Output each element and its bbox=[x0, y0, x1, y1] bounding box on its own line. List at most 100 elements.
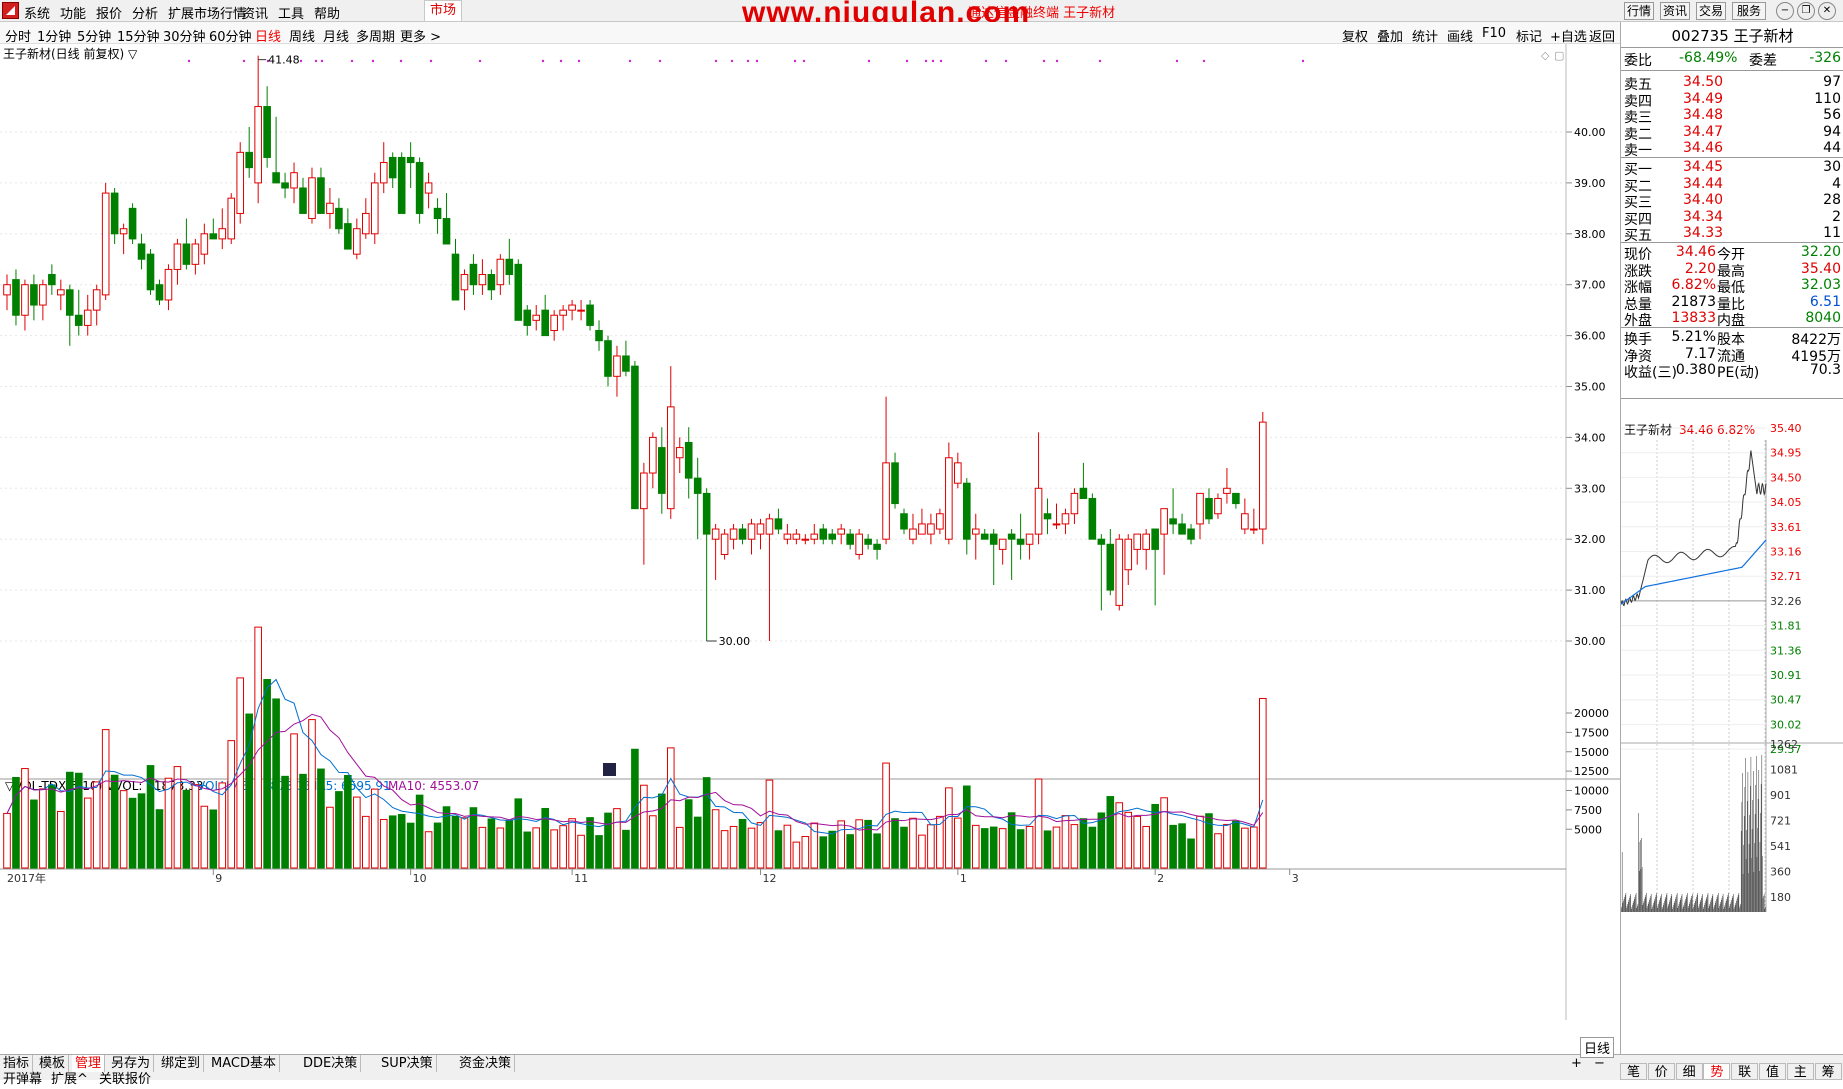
candle-up bbox=[783, 533, 792, 540]
menu-system[interactable]: 系统 bbox=[24, 3, 50, 22]
bottom-tab2-0[interactable]: 开弹幕 bbox=[0, 1072, 45, 1089]
mini-price-tick: 30.47 bbox=[1770, 694, 1802, 707]
finance-marker-icon[interactable] bbox=[603, 763, 616, 776]
candle-up bbox=[936, 513, 944, 530]
candle-down bbox=[622, 355, 630, 372]
menu-tools[interactable]: 工具 bbox=[278, 3, 304, 22]
right-tab-6[interactable]: 主 bbox=[1786, 1063, 1814, 1080]
bottom-tab-2[interactable]: 管理 bbox=[72, 1055, 106, 1072]
intraday-mini-chart[interactable]: 王子新材 34.46 6.82% 35.40 34.95 34.50 34.05 33.… bbox=[1621, 422, 1843, 1054]
top-button-service[interactable]: 服务 bbox=[1732, 2, 1766, 20]
right-tab-0[interactable]: 笔 bbox=[1620, 1063, 1647, 1080]
period-30min[interactable]: 30分钟 bbox=[163, 26, 206, 45]
volume-bar-up bbox=[756, 822, 765, 869]
bottom-tab-1[interactable]: 模板 bbox=[36, 1055, 70, 1072]
candle-down bbox=[989, 533, 998, 545]
top-button-quote[interactable]: 行情 bbox=[1624, 2, 1654, 20]
bottom-tab-0[interactable]: 指标 bbox=[0, 1055, 34, 1072]
volume-bar-up bbox=[1160, 797, 1168, 869]
volume-bar-up bbox=[92, 781, 101, 869]
right-tab-5[interactable]: 值 bbox=[1759, 1063, 1786, 1080]
tool-add-favorite[interactable]: +自选 bbox=[1550, 26, 1587, 45]
tool-overlay[interactable]: 叠加 bbox=[1377, 26, 1403, 45]
period-monthly[interactable]: 月线 bbox=[323, 26, 349, 45]
volume-bar-up bbox=[577, 834, 585, 869]
volume-bar-down bbox=[12, 776, 20, 869]
volume-bar-down bbox=[1205, 813, 1213, 869]
app-logo-icon[interactable] bbox=[2, 2, 19, 19]
candle-down bbox=[1088, 497, 1097, 540]
menu-help[interactable]: 帮助 bbox=[314, 3, 340, 22]
period-more[interactable]: 更多 > bbox=[400, 26, 441, 45]
menu-function[interactable]: 功能 bbox=[60, 3, 86, 22]
restore-icon[interactable]: ❐ bbox=[1797, 2, 1815, 20]
orderbook-separator bbox=[1621, 242, 1843, 243]
top-button-trade[interactable]: 交易 bbox=[1696, 2, 1726, 20]
tool-mark[interactable]: 标记 bbox=[1516, 26, 1542, 45]
kline-chart[interactable]: 王子新材(日线 前复权) ▽ 40.00 39.00 38.00 37.00 36.00… bbox=[0, 44, 1620, 1054]
period-5min[interactable]: 5分钟 bbox=[77, 26, 111, 45]
right-tab-3[interactable]: 势 bbox=[1703, 1063, 1731, 1080]
volume-bar-up bbox=[353, 796, 361, 869]
candle-up bbox=[57, 289, 65, 296]
top-button-news[interactable]: 资讯 bbox=[1660, 2, 1690, 20]
volume-bar-up bbox=[119, 790, 128, 869]
tool-stats[interactable]: 统计 bbox=[1412, 26, 1438, 45]
market-button[interactable]: 市场 bbox=[424, 0, 462, 22]
period-daily[interactable]: 日线 bbox=[255, 26, 281, 45]
zoom-out-button[interactable]: − bbox=[1594, 1056, 1605, 1071]
menu-news[interactable]: 资讯 bbox=[242, 3, 268, 22]
volume-bar-down bbox=[631, 748, 639, 869]
tool-draw[interactable]: 画线 bbox=[1447, 26, 1473, 45]
tool-back[interactable]: 返回 bbox=[1589, 26, 1615, 45]
mini-price-tick: 34.50 bbox=[1770, 471, 1802, 484]
volume-bar-down bbox=[469, 807, 478, 869]
zoom-in-button[interactable]: + bbox=[1571, 1056, 1582, 1071]
candle-down bbox=[487, 274, 496, 291]
period-multi[interactable]: 多周期 bbox=[356, 26, 395, 45]
tool-f10[interactable]: F10 bbox=[1482, 26, 1506, 41]
period-60min[interactable]: 60分钟 bbox=[209, 26, 252, 45]
volume-tick-label: 7500 bbox=[1574, 804, 1602, 817]
bottom-tab-7[interactable]: SUP决策 bbox=[378, 1055, 437, 1072]
minimize-icon[interactable]: − bbox=[1776, 2, 1794, 20]
period-weekly[interactable]: 周线 bbox=[289, 26, 315, 45]
right-tab-1[interactable]: 价 bbox=[1647, 1063, 1675, 1080]
diamond-icon[interactable]: ◇ bbox=[1541, 49, 1550, 62]
volume-bar-up bbox=[954, 817, 962, 869]
bottom-tab2-2[interactable]: 关联报价 bbox=[96, 1072, 154, 1089]
volume-bar-up bbox=[559, 825, 567, 869]
tool-fuquan[interactable]: 复权 bbox=[1342, 26, 1368, 45]
bottom-tab2-1[interactable]: 扩展^ bbox=[48, 1072, 91, 1089]
bottom-tab-4[interactable]: 绑定到 bbox=[158, 1055, 205, 1072]
period-1min[interactable]: 1分钟 bbox=[37, 26, 71, 45]
bottom-tab-5[interactable]: MACD基本 bbox=[208, 1055, 280, 1072]
buy-level-5-price: 34.33 bbox=[1683, 225, 1724, 241]
bottom-tab-3[interactable]: 另存为 bbox=[108, 1055, 155, 1072]
menu-extended-market[interactable]: 扩展市场行情 bbox=[168, 3, 246, 22]
close-icon[interactable]: ✕ bbox=[1818, 2, 1836, 20]
bottom-tab-6[interactable]: DDE决策 bbox=[300, 1055, 362, 1072]
volume-bar-up bbox=[1214, 833, 1222, 869]
candle-down bbox=[738, 528, 747, 540]
period-15min[interactable]: 15分钟 bbox=[117, 26, 160, 45]
expand-icon[interactable]: ▢ bbox=[1554, 49, 1564, 62]
right-tab-7[interactable]: 筹 bbox=[1814, 1063, 1842, 1080]
candle-up bbox=[218, 228, 227, 240]
bottom-tab-8[interactable]: 资金决策 bbox=[456, 1055, 516, 1072]
volume-bar-up bbox=[909, 817, 917, 869]
mini-price-tick: 33.61 bbox=[1770, 521, 1802, 534]
mini-chart-pct: 6.82% bbox=[1717, 423, 1755, 437]
menu-analysis[interactable]: 分析 bbox=[132, 3, 158, 22]
right-tab-4[interactable]: 联 bbox=[1731, 1063, 1759, 1080]
signal-dot bbox=[1055, 59, 1059, 63]
menu-quote[interactable]: 报价 bbox=[96, 3, 122, 22]
volume-bar-up bbox=[173, 766, 182, 869]
period-intraday[interactable]: 分时 bbox=[5, 26, 31, 45]
candle-up bbox=[1124, 538, 1133, 571]
volume-bar-down bbox=[137, 793, 146, 869]
volume-bar-down bbox=[182, 789, 191, 869]
signal-dot bbox=[793, 59, 797, 63]
candle-up bbox=[1025, 533, 1034, 545]
right-tab-2[interactable]: 细 bbox=[1675, 1063, 1703, 1080]
